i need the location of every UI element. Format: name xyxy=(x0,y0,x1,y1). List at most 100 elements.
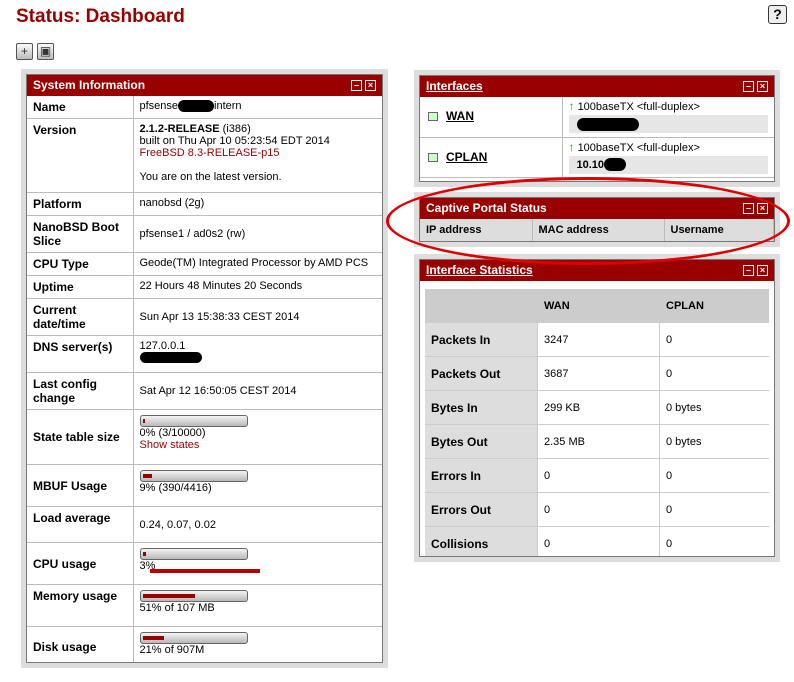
show-states-link[interactable]: Show states xyxy=(140,439,200,451)
table-row: Load average 0.24, 0.07, 0.02 xyxy=(27,506,382,543)
ip-address xyxy=(568,115,768,133)
disk-value: 21% of 907M xyxy=(133,626,382,662)
table-row: Name pfsense intern xyxy=(27,96,382,119)
cplan-value: 0 xyxy=(659,493,769,527)
table-row: Errors In 0 0 xyxy=(425,459,769,493)
table-header-row: WAN CPLAN xyxy=(425,289,769,323)
minimize-icon[interactable]: – xyxy=(743,81,754,92)
table-row: Version 2.1.2-RELEASE (i386) built on Th… xyxy=(27,118,382,193)
table-row: MBUF Usage 9% (390/4416) xyxy=(27,464,382,507)
help-icon[interactable]: ? xyxy=(768,5,787,24)
statistics-table: WAN CPLAN Packets In 3247 0 Packets Out 3687… xyxy=(425,289,769,556)
up-arrow-icon: ↑ xyxy=(568,139,575,154)
boot-slice-value: pfsense1 / ad0s2 (rw) xyxy=(133,215,382,253)
page-title: Status: Dashboard xyxy=(16,6,185,27)
row-label: Last config change xyxy=(27,372,134,410)
up-arrow-icon: ↑ xyxy=(568,99,575,113)
interfaces-title-link[interactable]: Interfaces xyxy=(426,79,483,93)
row-label: Collisions xyxy=(425,527,537,556)
row-label: Memory usage xyxy=(27,584,134,627)
table-row: Last config change Sat Apr 12 16:50:05 C… xyxy=(27,372,382,410)
row-label: MBUF Usage xyxy=(27,464,134,507)
cplan-value: 0 xyxy=(659,459,769,493)
row-label: Current date/time xyxy=(27,298,134,336)
uptime-value: 22 Hours 48 Minutes 20 Seconds xyxy=(133,275,382,299)
state-table-value: 0% (3/10000) Show states xyxy=(133,409,382,465)
table-row: Packets In 3247 0 xyxy=(425,323,769,357)
redaction-mark xyxy=(576,117,639,131)
row-label: Errors In xyxy=(425,459,537,493)
interface-wan[interactable]: WAN xyxy=(420,97,563,138)
cpu-usage-bar xyxy=(139,548,248,560)
wan-value: 3247 xyxy=(537,323,659,357)
row-label: CPU usage xyxy=(27,542,134,585)
cplan-value: 0 xyxy=(659,527,769,556)
table-row: NanoBSD Boot Slice pfsense1 / ad0s2 (rw) xyxy=(27,215,382,253)
redaction-mark xyxy=(139,352,202,363)
table-row: CPLAN ↑ 100baseTX <full-duplex> 10.10 xyxy=(420,137,774,178)
table-row: Memory usage 51% of 107 MB xyxy=(27,584,382,627)
mbuf-bar xyxy=(139,470,248,482)
table-row: State table size 0% (3/10000) Show state… xyxy=(27,409,382,465)
row-label: Name xyxy=(27,96,134,119)
cplan-value: 0 bytes xyxy=(659,391,769,425)
redaction-mark xyxy=(150,569,260,573)
memory-value: 51% of 107 MB xyxy=(133,584,382,627)
wan-value: 0 xyxy=(537,459,659,493)
cplan-value: 0 xyxy=(659,357,769,391)
row-label: Uptime xyxy=(27,275,134,299)
table-row: Collisions 0 0 xyxy=(425,527,769,556)
interface-statistics-title-link[interactable]: Interface Statistics xyxy=(426,263,533,277)
system-information-widget: System Information – × Name pfsense inter… xyxy=(21,69,388,668)
dns-value: 127.0.0.1 xyxy=(133,335,382,373)
interfaces-header: Interfaces – × xyxy=(420,76,774,97)
table-row: Uptime 22 Hours 48 Minutes 20 Seconds xyxy=(27,275,382,299)
table-row: Current date/time Sun Apr 13 15:38:33 CE… xyxy=(27,298,382,336)
last-config-value: Sat Apr 12 16:50:05 CEST 2014 xyxy=(133,372,382,410)
minimize-icon[interactable]: – xyxy=(351,80,362,91)
network-port-icon xyxy=(428,112,438,122)
row-label: Load average xyxy=(27,506,134,543)
close-icon[interactable]: × xyxy=(365,80,376,91)
close-icon[interactable]: × xyxy=(757,265,768,276)
cplan-value: 0 bytes xyxy=(659,425,769,459)
bar-fill xyxy=(142,636,164,640)
current-date-value: Sun Apr 13 15:38:33 CEST 2014 xyxy=(133,298,382,336)
redaction-mark xyxy=(604,158,627,172)
widget-title: System Information xyxy=(33,78,146,92)
cpu-type-value: Geode(TM) Integrated Processor by AMD PC… xyxy=(133,252,382,276)
row-label: Version xyxy=(27,118,134,193)
wan-value: 0 xyxy=(537,493,659,527)
ip-address: 10.10 xyxy=(568,155,768,174)
interface-details: ↑ 100baseTX <full-duplex> xyxy=(562,97,774,138)
row-label: NanoBSD Boot Slice xyxy=(27,215,134,253)
close-icon[interactable]: × xyxy=(757,81,768,92)
annotation-ellipse xyxy=(386,177,790,265)
table-row: DNS server(s) 127.0.0.1 xyxy=(27,335,382,373)
table-row: CPU Type Geode(TM) Integrated Processor … xyxy=(27,252,382,276)
bar-fill xyxy=(142,594,195,598)
wan-value: 3687 xyxy=(537,357,659,391)
row-label: Platform xyxy=(27,192,134,216)
table-row: Disk usage 21% of 907M xyxy=(27,626,382,662)
platform-value: nanobsd (2g) xyxy=(133,192,382,216)
row-label: Packets Out xyxy=(425,357,537,391)
table-row: Errors Out 0 0 xyxy=(425,493,769,527)
interface-details: ↑ 100baseTX <full-duplex> 10.10 xyxy=(562,137,774,178)
table-row: Packets Out 3687 0 xyxy=(425,357,769,391)
wan-value: 2.35 MB xyxy=(537,425,659,459)
load-value: 0.24, 0.07, 0.02 xyxy=(133,506,382,543)
save-settings-icon[interactable]: ▣ xyxy=(37,43,54,60)
column-header: CPLAN xyxy=(659,289,769,323)
interface-statistics-widget: Interface Statistics – × WAN CPLAN Packe… xyxy=(414,254,780,562)
memory-bar xyxy=(139,590,248,602)
row-label: CPU Type xyxy=(27,252,134,276)
bar-fill xyxy=(142,474,152,478)
add-widget-icon[interactable]: + xyxy=(16,43,33,60)
interface-cplan[interactable]: CPLAN xyxy=(420,137,563,178)
wan-value: 0 xyxy=(537,527,659,556)
network-port-icon xyxy=(428,152,438,162)
name-value: pfsense intern xyxy=(133,96,382,119)
minimize-icon[interactable]: – xyxy=(743,265,754,276)
column-header: WAN xyxy=(537,289,659,323)
